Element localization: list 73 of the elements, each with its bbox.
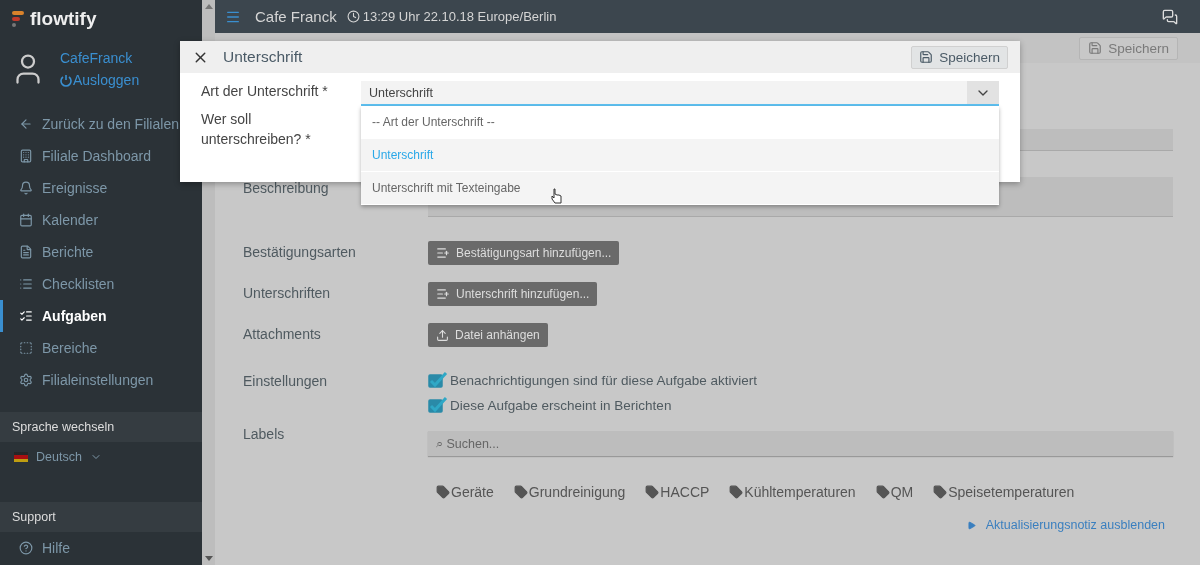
checkbox-label: Benachrichtigungen sind für diese Aufgabe aktiviert bbox=[450, 372, 757, 388]
language-selector[interactable]: Deutsch bbox=[0, 442, 202, 472]
gear-icon bbox=[19, 373, 33, 387]
help-icon bbox=[19, 541, 33, 555]
nav-item[interactable]: Checklisten bbox=[0, 268, 202, 300]
pointer-cursor-icon bbox=[551, 188, 562, 204]
user-name-link[interactable]: CafeFranck bbox=[60, 50, 140, 66]
field-label: Attachments bbox=[243, 325, 321, 342]
power-icon bbox=[60, 73, 72, 87]
dropdown-option[interactable]: Unterschrift bbox=[361, 139, 999, 172]
nav-item[interactable]: Hilfe bbox=[0, 532, 202, 564]
nav-item[interactable]: Kalender bbox=[0, 204, 202, 236]
logout-link[interactable]: Ausloggen bbox=[60, 72, 140, 88]
tag[interactable]: Kühltemperaturen bbox=[729, 484, 856, 500]
timestamp: 13:29 Uhr 22.10.18 Europe/Berlin bbox=[346, 9, 557, 24]
checkbox-label: Diese Aufgabe erscheint in Berichten bbox=[450, 397, 672, 413]
add-button[interactable]: Bestätigungsart hinzufügen... bbox=[428, 241, 620, 265]
frame-icon bbox=[19, 341, 33, 355]
tag[interactable]: Grundreinigung bbox=[513, 484, 626, 500]
save-icon bbox=[1088, 41, 1103, 55]
list-icon bbox=[19, 277, 33, 291]
logo-text: flowtify bbox=[30, 8, 97, 30]
list-add-icon bbox=[436, 246, 450, 260]
nav-item[interactable]: Berichte bbox=[0, 236, 202, 268]
tag-icon bbox=[436, 485, 450, 499]
save-icon bbox=[919, 50, 934, 64]
dropdown-option[interactable]: Unterschrift mit Texteingabe bbox=[361, 172, 999, 205]
nav-item[interactable]: Filiale Dashboard bbox=[0, 140, 202, 172]
nav-item[interactable]: Filialeinstellungen bbox=[0, 364, 202, 396]
checkbox[interactable] bbox=[428, 397, 448, 413]
calendar-icon bbox=[19, 213, 33, 227]
page-title: Cafe Franck bbox=[255, 8, 337, 25]
attach-button[interactable]: Datei anhängen bbox=[428, 323, 548, 347]
nav-item[interactable]: Bereiche bbox=[0, 332, 202, 364]
tag-icon bbox=[513, 485, 528, 499]
tag-icon bbox=[645, 485, 660, 499]
clock-icon bbox=[346, 10, 360, 23]
checklist-icon bbox=[19, 309, 33, 323]
add-button[interactable]: Unterschrift hinzufügen... bbox=[428, 282, 598, 306]
dialog-title: Unterschrift bbox=[223, 48, 304, 66]
save-button[interactable]: Speichern bbox=[1079, 36, 1178, 60]
tag[interactable]: HACCP bbox=[645, 484, 710, 500]
tag-icon bbox=[875, 485, 890, 499]
caret-right-icon bbox=[966, 520, 976, 530]
tag-icon bbox=[729, 485, 744, 499]
nav-item[interactable]: Ereignisse bbox=[0, 172, 202, 204]
tag[interactable]: Geräte bbox=[436, 484, 494, 500]
section-header: Support bbox=[0, 502, 202, 532]
bell-icon bbox=[19, 181, 33, 195]
chat-icon[interactable] bbox=[1162, 8, 1178, 25]
nav-item[interactable]: Zurück zu den Filialen bbox=[0, 108, 202, 140]
tag-icon bbox=[933, 485, 948, 499]
list-add-icon bbox=[436, 287, 450, 301]
search-field[interactable]: ⌕ Suchen... bbox=[428, 431, 1173, 456]
logo-icon bbox=[12, 11, 24, 27]
hide-note-link[interactable]: Aktualisierungsnotiz ausblenden bbox=[966, 518, 1165, 532]
tag[interactable]: Speisetemperaturen bbox=[933, 484, 1075, 500]
tag[interactable]: QM bbox=[875, 484, 914, 500]
field-label: Art der Unterschrift * bbox=[201, 82, 329, 101]
document-icon bbox=[19, 245, 33, 259]
building-icon bbox=[19, 149, 33, 163]
field-label: Bestätigungsarten bbox=[243, 243, 356, 260]
section-header: Sprache wechseln bbox=[0, 412, 202, 442]
checkbox[interactable] bbox=[428, 372, 448, 388]
field-label: Wer soll unterschreiben? * bbox=[201, 110, 312, 149]
dropdown-option[interactable]: -- Art der Unterschrift -- bbox=[361, 106, 999, 139]
field-label: Labels bbox=[243, 425, 285, 442]
field-label: Unterschriften bbox=[243, 284, 331, 301]
field-label: Beschreibung bbox=[243, 179, 329, 196]
field-label: Einstellungen bbox=[243, 372, 328, 389]
save-button[interactable]: Speichern bbox=[911, 45, 1008, 69]
flag-icon bbox=[14, 452, 28, 462]
upload-icon bbox=[436, 328, 449, 342]
